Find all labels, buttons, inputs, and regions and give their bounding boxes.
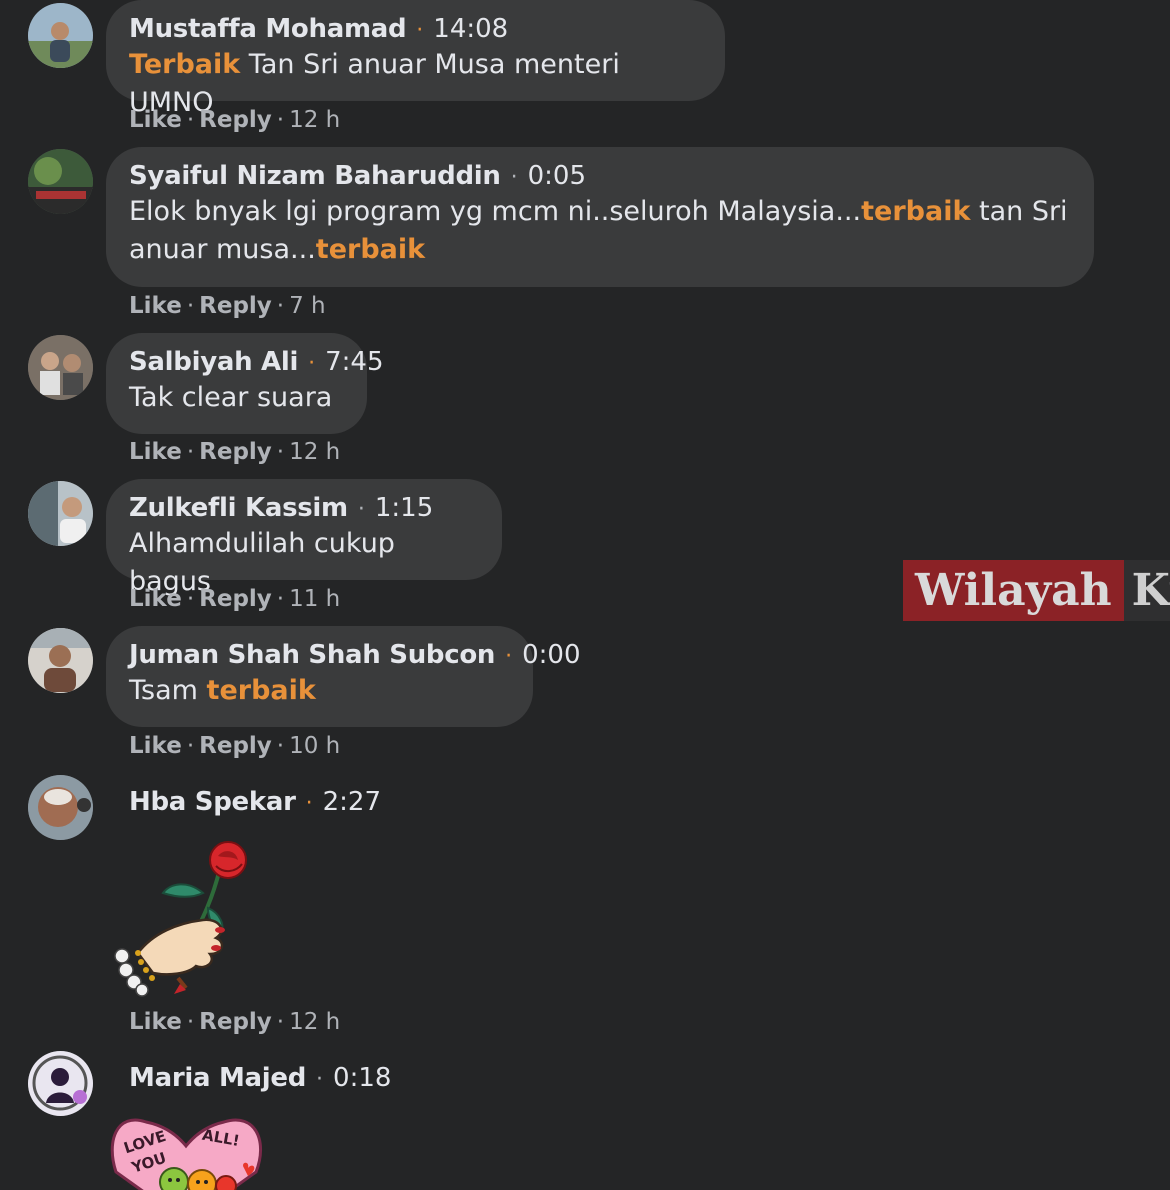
avatar[interactable] [28,481,93,546]
comment-text-part: Tsam [129,675,207,706]
comment-text-part: Tak clear suara [129,382,333,413]
comment-time[interactable]: 0:18 [333,1063,391,1093]
comment-age[interactable]: 10 h [289,733,340,759]
comment-time[interactable]: 0:00 [522,640,580,670]
separator-dot: · [186,107,195,133]
separator-dot: · [510,165,518,190]
watermark-text-secondary: Ku [1123,560,1170,621]
comment-text: Tak clear suara [129,379,343,417]
like-link[interactable]: Like [129,1009,182,1035]
comment-bubble: Zulkefli Kassim · 1:15 Alhamdulilah cuku… [106,479,502,597]
separator-dot: · [416,18,424,43]
comments-page: Mustaffa Mohamad · 14:08 Terbaik Tan Sri… [0,0,1170,1190]
comment-actions: Like · Reply · 12 h [129,439,340,465]
separator-dot: · [276,586,285,612]
comment-time[interactable]: 0:05 [528,161,586,191]
separator-dot: · [357,497,365,522]
reply-link[interactable]: Reply [199,1009,272,1035]
like-link[interactable]: Like [129,107,182,133]
separator-dot: · [505,644,513,669]
watermark-text-primary: Wilayah [903,560,1124,621]
comment-author[interactable]: Syaiful Nizam Baharuddin [129,161,501,191]
comment-time[interactable]: 1:15 [375,493,433,523]
comment-actions: Like · Reply · 7 h [129,293,326,319]
separator-dot: · [276,1009,285,1035]
separator-dot: · [186,439,195,465]
comment-bubble: Maria Majed · 0:18 [106,1049,406,1109]
comment-author[interactable]: Hba Spekar [129,787,296,817]
avatar[interactable] [28,3,93,68]
comment-author[interactable]: Salbiyah Ali [129,347,298,377]
like-link[interactable]: Like [129,586,182,612]
separator-dot: · [276,107,285,133]
comment-time[interactable]: 7:45 [325,347,383,377]
love-you-all-heart-sticker[interactable]: LOVE YOU ALL! [106,1112,266,1190]
separator-dot: · [276,439,285,465]
like-link[interactable]: Like [129,293,182,319]
highlighted-word: terbaik [315,234,426,265]
highlighted-word: terbaik [206,675,316,706]
comment-age[interactable]: 12 h [289,439,340,465]
separator-dot: · [186,293,195,319]
like-link[interactable]: Like [129,733,182,759]
comment-actions: Like · Reply · 12 h [129,107,340,133]
separator-dot: · [316,1067,324,1092]
comment-time[interactable]: 14:08 [433,14,508,44]
highlighted-word: terbaik [861,196,971,227]
avatar[interactable] [28,149,93,214]
separator-dot: · [276,293,285,319]
separator-dot: · [308,351,316,376]
comment-author[interactable]: Zulkefli Kassim [129,493,348,523]
reply-link[interactable]: Reply [199,733,272,759]
avatar[interactable] [28,775,93,840]
comment-age[interactable]: 12 h [289,1009,340,1035]
comment-bubble: Syaiful Nizam Baharuddin · 0:05 Elok bny… [106,147,1094,287]
reply-link[interactable]: Reply [199,293,272,319]
separator-dot: · [186,586,195,612]
watermark-logo: Wilayah Ku [903,560,1170,621]
comment-author[interactable]: Juman Shah Shah Subcon [129,640,495,670]
like-link[interactable]: Like [129,439,182,465]
comment-actions: Like · Reply · 12 h [129,1009,340,1035]
comment-text: Tsam terbaik [129,672,509,710]
avatar[interactable] [28,335,93,400]
hand-holding-rose-sticker[interactable] [108,838,258,998]
comment-age[interactable]: 11 h [289,586,340,612]
comment-text-part: Elok bnyak lgi program yg mcm ni..seluro… [129,196,862,227]
separator-dot: · [186,733,195,759]
reply-link[interactable]: Reply [199,586,272,612]
comment-author[interactable]: Mustaffa Mohamad [129,14,407,44]
comment-author[interactable]: Maria Majed [129,1063,306,1093]
comment-bubble: Mustaffa Mohamad · 14:08 Terbaik Tan Sri… [106,0,725,118]
reply-link[interactable]: Reply [199,439,272,465]
separator-dot: · [186,1009,195,1035]
separator-dot: · [276,733,285,759]
separator-dot: · [305,791,313,816]
avatar[interactable] [28,1051,93,1116]
reply-link[interactable]: Reply [199,107,272,133]
comment-time[interactable]: 2:27 [323,787,381,817]
avatar[interactable] [28,628,93,693]
highlighted-word: Terbaik [129,49,241,80]
comment-bubble: Salbiyah Ali · 7:45 Tak clear suara [106,333,384,434]
comment-actions: Like · Reply · 11 h [129,586,340,612]
comment-age[interactable]: 7 h [289,293,326,319]
comment-bubble: Juman Shah Shah Subcon · 0:00 Tsam terba… [106,626,581,727]
comment-bubble: Hba Spekar · 2:27 [106,773,406,833]
comment-text: Elok bnyak lgi program yg mcm ni..seluro… [129,193,1070,269]
comment-age[interactable]: 12 h [289,107,340,133]
comment-actions: Like · Reply · 10 h [129,733,340,759]
